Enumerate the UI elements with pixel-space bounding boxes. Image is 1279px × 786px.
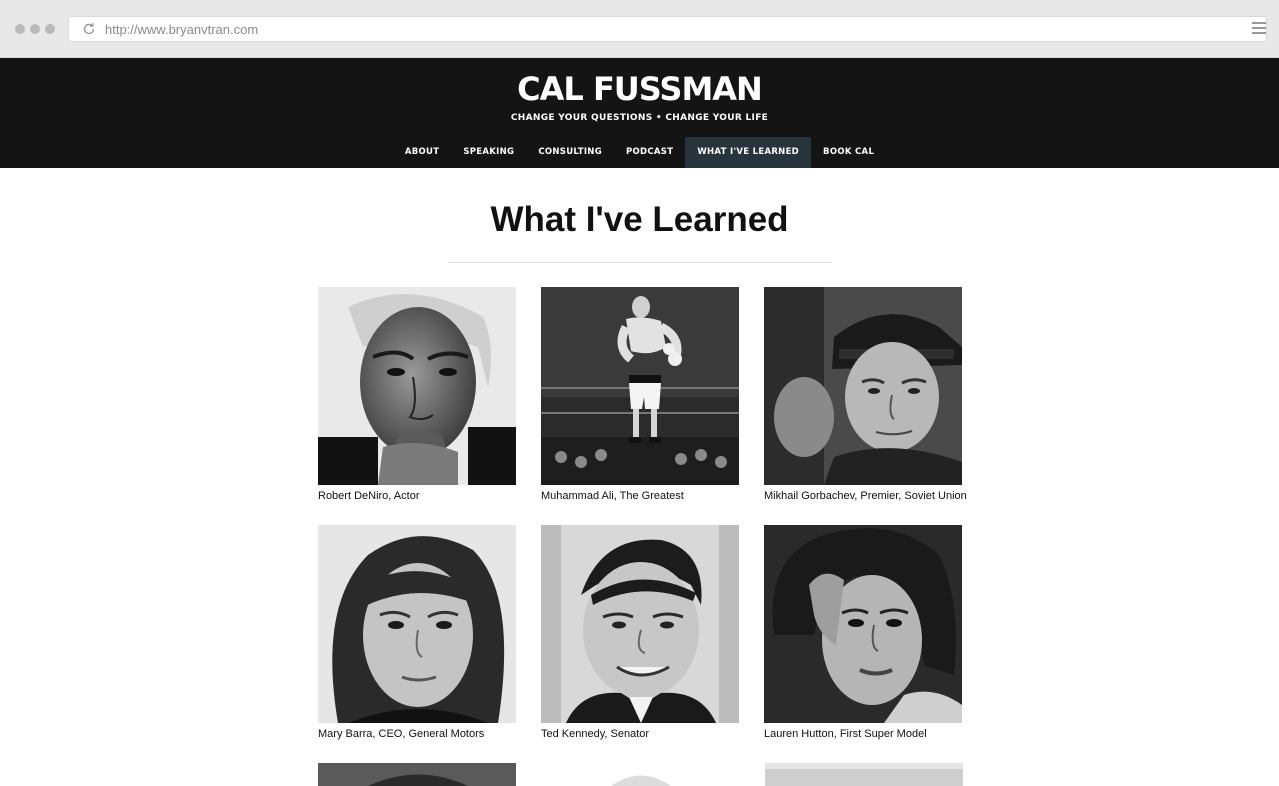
portrait-photo[interactable] bbox=[764, 287, 962, 485]
address-bar[interactable]: http://www.bryanvtran.com bbox=[68, 16, 1267, 42]
reload-icon[interactable] bbox=[82, 22, 96, 36]
title-divider bbox=[448, 262, 832, 263]
portrait-photo[interactable] bbox=[541, 287, 739, 485]
window-controls bbox=[15, 24, 55, 34]
minimize-window-button[interactable] bbox=[30, 24, 40, 34]
site-logo[interactable]: CAL FUSSMAN bbox=[0, 70, 1279, 108]
profile-card[interactable]: Mikhail Gorbachev, Premier, Soviet Union bbox=[764, 287, 967, 503]
profile-card[interactable]: Mary Barra, CEO, General Motors bbox=[318, 525, 516, 741]
profile-grid: Robert DeNiro, Actor Muhammad Ali, The G… bbox=[318, 287, 967, 741]
page-title: What I've Learned bbox=[490, 200, 789, 239]
nav-item-speaking[interactable]: SPEAKING bbox=[451, 137, 526, 168]
url-text[interactable]: http://www.bryanvtran.com bbox=[105, 22, 258, 37]
hamburger-menu-icon[interactable] bbox=[1252, 22, 1266, 36]
profile-card-partial[interactable] bbox=[318, 763, 516, 786]
profile-card[interactable]: Robert DeNiro, Actor bbox=[318, 287, 516, 503]
site-tagline: CHANGE YOUR QUESTIONS • CHANGE YOUR LIFE bbox=[510, 113, 769, 123]
profile-caption[interactable]: Mary Barra, CEO, General Motors bbox=[318, 728, 516, 741]
close-window-button[interactable] bbox=[15, 24, 25, 34]
profile-caption[interactable]: Muhammad Ali, The Greatest bbox=[541, 490, 739, 503]
profile-caption[interactable]: Ted Kennedy, Senator bbox=[541, 728, 739, 741]
maximize-window-button[interactable] bbox=[45, 24, 55, 34]
profile-caption[interactable]: Mikhail Gorbachev, Premier, Soviet Union bbox=[764, 490, 967, 503]
profile-card[interactable]: Lauren Hutton, First Super Model bbox=[764, 525, 962, 741]
profile-card-partial[interactable] bbox=[765, 763, 963, 786]
portrait-photo[interactable] bbox=[318, 287, 516, 485]
profile-card[interactable]: Ted Kennedy, Senator bbox=[541, 525, 739, 741]
portrait-photo[interactable] bbox=[318, 763, 516, 786]
browser-window: http://www.bryanvtran.com CAL FUSSMAN CH… bbox=[0, 0, 1279, 786]
nav-item-what-ive-learned[interactable]: WHAT I'VE LEARNED bbox=[685, 137, 812, 168]
main-nav: ABOUT SPEAKING CONSULTING PODCAST WHAT I… bbox=[0, 137, 1279, 168]
profile-card-partial[interactable] bbox=[541, 763, 739, 786]
nav-item-podcast[interactable]: PODCAST bbox=[614, 137, 685, 168]
nav-item-book-cal[interactable]: BOOK CAL bbox=[811, 137, 886, 168]
nav-item-consulting[interactable]: CONSULTING bbox=[526, 137, 614, 168]
profile-caption[interactable]: Lauren Hutton, First Super Model bbox=[764, 728, 962, 741]
profile-card[interactable]: Muhammad Ali, The Greatest bbox=[541, 287, 739, 503]
portrait-photo[interactable] bbox=[765, 763, 963, 786]
site-header: CAL FUSSMAN CHANGE YOUR QUESTIONS • CHAN… bbox=[0, 58, 1279, 168]
portrait-photo[interactable] bbox=[541, 525, 739, 723]
browser-toolbar: http://www.bryanvtran.com bbox=[0, 0, 1279, 58]
portrait-photo[interactable] bbox=[764, 525, 962, 723]
profile-caption[interactable]: Robert DeNiro, Actor bbox=[318, 490, 516, 503]
nav-item-about[interactable]: ABOUT bbox=[393, 137, 451, 168]
portrait-photo[interactable] bbox=[541, 763, 739, 786]
portrait-photo[interactable] bbox=[318, 525, 516, 723]
